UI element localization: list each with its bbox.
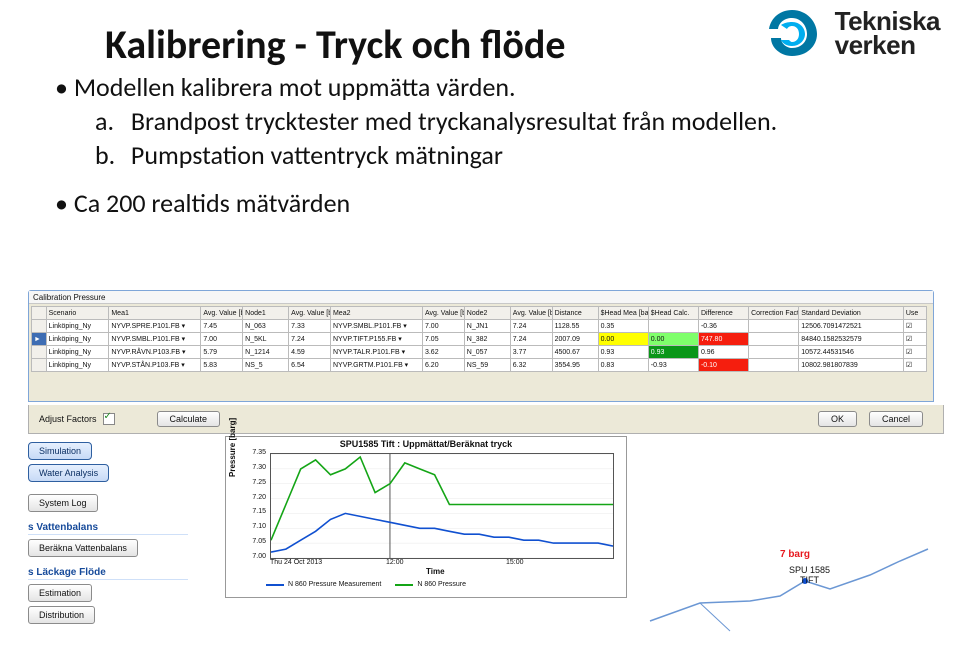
column-header[interactable]: Node2 [464,307,510,320]
logo-text: Tekniska verken [835,9,940,57]
legend-series-0: N 860 Pressure Measurement [288,581,381,588]
column-header[interactable]: Difference [698,307,748,320]
ok-button[interactable]: OK [818,411,857,427]
table-row[interactable]: Linköping_NyNYVP.RÅVN.P103.FB ▾5.79N_121… [32,346,927,359]
side-panel: Simulation Water Analysis System Log s V… [28,440,188,626]
bullet-2: Ca 200 realtids mätvärden [55,186,777,220]
brand-logo: Tekniska verken [759,8,940,58]
adjust-factors-checkbox[interactable] [103,413,115,425]
column-header[interactable]: $Head Mea [barg] [598,307,648,320]
column-header[interactable]: Avg. Value [barg] [422,307,464,320]
column-header[interactable]: Avg. Value [barg] [201,307,243,320]
slide: Tekniska verken Kalibrering - Tryck och … [0,0,960,661]
xtick-1200: 12:00 [386,559,404,566]
ytick: 7.10 [244,523,266,530]
bullet-1b: b. Pumpstation vattentryck mätningar [95,138,777,172]
column-header[interactable]: Scenario [46,307,109,320]
simulation-tab[interactable]: Simulation [28,442,92,460]
system-log-button[interactable]: System Log [28,494,98,512]
ytick: 7.00 [244,553,266,560]
column-header[interactable]: Correction Factor [-] [749,307,799,320]
table-toolbar: Adjust Factors Calculate OK Cancel [28,405,944,434]
chart-legend: N 860 Pressure Measurement N 860 Pressur… [266,581,466,588]
ytick: 7.05 [244,538,266,545]
chart-title: SPU1585 Tift : Uppmättat/Beräknat tryck [226,437,626,449]
plot-area[interactable] [270,453,614,559]
column-header[interactable]: Mea2 [330,307,422,320]
ytick: 7.30 [244,464,266,471]
chart-ylabel: Pressure [barg] [228,418,237,477]
map-node-sub: TIFT [800,575,819,585]
column-header[interactable]: Standard Deviation [799,307,904,320]
column-header[interactable]: Mea1 [109,307,201,320]
group-lackage-flode: s Läckage Flöde [28,567,188,580]
column-header[interactable]: Use [903,307,926,320]
caption-label: Calibration Pressure [33,293,105,302]
column-header[interactable]: Avg. Value [barg] [510,307,552,320]
ytick: 7.15 [244,508,266,515]
bullet-list: Modellen kalibrera mot uppmätta värden. … [55,70,777,220]
calibration-pressure-window: Calibration Pressure ScenarioMea1Avg. Va… [28,290,934,402]
ytick: 7.20 [244,494,266,501]
legend-series-1: N 860 Pressure [417,581,466,588]
group-vattenbalans: s Vattenbalans [28,522,188,535]
column-header[interactable]: $Head Calc. [648,307,698,320]
calibration-table[interactable]: ScenarioMea1Avg. Value [barg]Node1Avg. V… [31,306,927,372]
map-snippet: 7 barg SPU 1585 TIFT [640,541,930,641]
estimation-button[interactable]: Estimation [28,584,92,602]
column-header[interactable]: Distance [552,307,598,320]
page-title: Kalibrering - Tryck och flöde [105,20,566,69]
bullet-1a: a. Brandpost trycktester med tryckanalys… [95,104,777,138]
map-pressure-label: 7 barg [780,549,810,560]
cancel-button[interactable]: Cancel [869,411,923,427]
chart-window: SPU1585 Tift : Uppmättat/Beräknat tryck … [225,436,627,598]
table-row[interactable]: Linköping_NyNYVP.SPRE.P101.FB ▾7.45N_063… [32,320,927,333]
adjust-factors-label: Adjust Factors [39,414,97,424]
berakna-vattenbalans-button[interactable]: Beräkna Vattenbalans [28,539,138,557]
table-header: ScenarioMea1Avg. Value [barg]Node1Avg. V… [32,307,927,320]
column-header[interactable]: Avg. Value [barg] [289,307,331,320]
bullet-1b-letter: b. [95,138,125,172]
map-node-label: SPU 1585 TIFT [789,565,830,585]
bullet-1a-letter: a. [95,104,125,138]
column-header[interactable]: Node1 [243,307,289,320]
logo-mark [759,8,825,58]
chart-xlabel: Time [426,567,445,576]
water-analysis-tab[interactable]: Water Analysis [28,464,109,482]
map-node-name: SPU 1585 [789,565,830,575]
window-caption: Calibration Pressure [29,291,933,304]
table-row[interactable]: Linköping_NyNYVP.STÅN.P103.FB ▾5.83NS_56… [32,359,927,372]
logo-text-line2: verken [835,33,940,57]
bullet-1b-text: Pumpstation vattentryck mätningar [131,139,503,171]
table-row[interactable]: ►Linköping_NyNYVP.SMBL.P101.FB ▾7.00N_5K… [32,333,927,346]
distribution-button[interactable]: Distribution [28,606,95,624]
ytick: 7.35 [244,449,266,456]
ytick: 7.25 [244,479,266,486]
bullet-1a-text: Brandpost trycktester med tryckanalysres… [131,105,777,137]
bullet-1: Modellen kalibrera mot uppmätta värden. [55,70,777,104]
chart-x-sublabel: Thu 24 Oct 2013 [270,559,322,566]
xtick-1500: 15:00 [506,559,524,566]
calculate-button[interactable]: Calculate [157,411,221,427]
table-body[interactable]: Linköping_NyNYVP.SPRE.P101.FB ▾7.45N_063… [32,320,927,372]
